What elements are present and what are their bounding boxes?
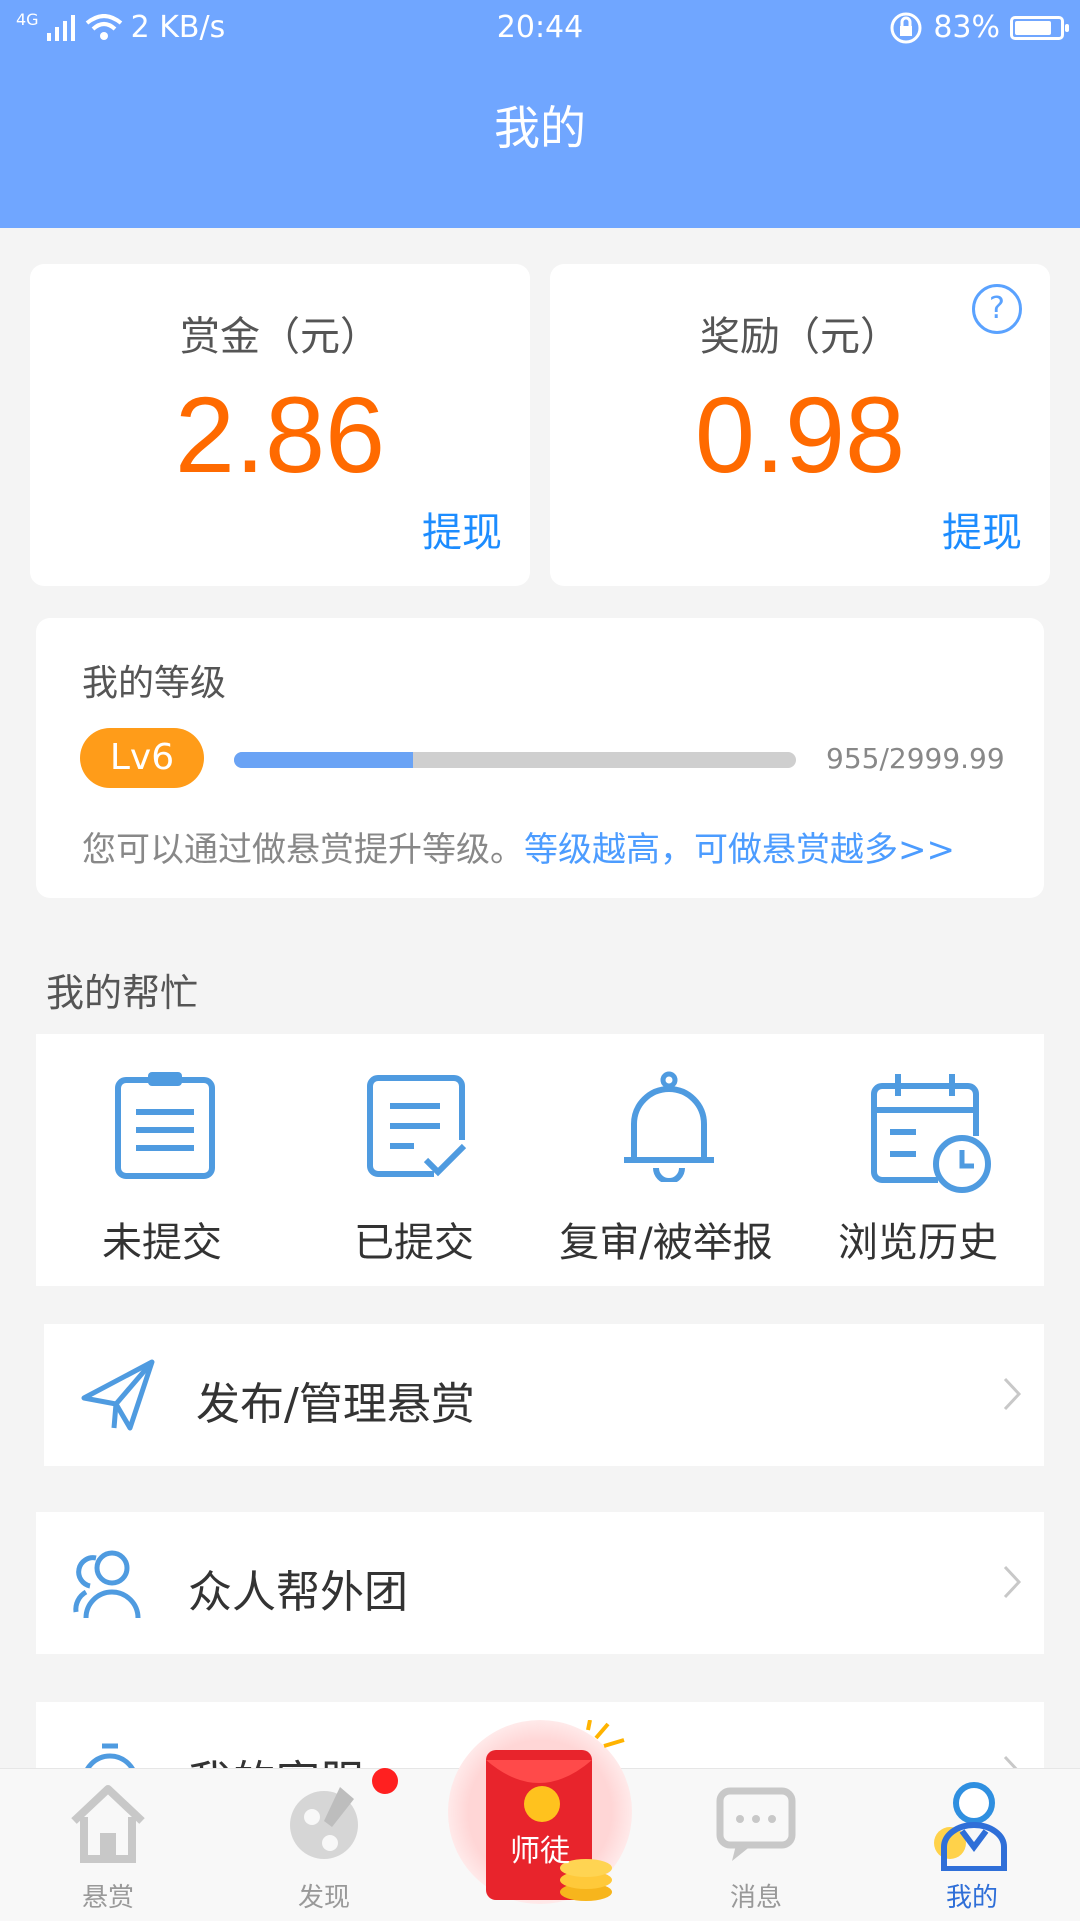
level-card: 我的等级 Lv6 955/2999.99 您可以通过做悬赏提升等级。等级越高，可…	[36, 618, 1044, 898]
home-icon	[71, 1785, 145, 1863]
help-item-unsubmitted[interactable]: 未提交	[36, 1034, 288, 1286]
red-envelope-icon	[486, 1720, 625, 1901]
chat-icon	[716, 1787, 796, 1861]
help-item-history[interactable]: 浏览历史	[792, 1034, 1044, 1286]
level-tip-text: 您可以通过做悬赏提升等级。	[82, 830, 524, 870]
paper-plane-icon	[81, 1359, 155, 1431]
palette-icon	[290, 1787, 358, 1859]
profile-icon	[934, 1782, 1007, 1871]
level-badge: Lv6	[80, 728, 204, 788]
users-icon	[73, 1550, 141, 1619]
chevron-right-icon	[1003, 1755, 1018, 1768]
level-progress-bar	[234, 752, 796, 768]
tab-master-apprentice[interactable]: 师徒	[448, 1720, 632, 1904]
menu-team[interactable]: 众人帮外团	[36, 1512, 1044, 1654]
reward-card: ? 奖励（元） 0.98 提现	[550, 264, 1050, 586]
tab-label: 我的	[945, 1883, 998, 1913]
menu-label: 发布/管理悬赏	[196, 1379, 475, 1430]
reward-withdraw-button[interactable]: 提现	[942, 500, 1022, 558]
bounty-label: 赏金（元）	[180, 314, 380, 360]
master-apprentice-label: 师徒	[510, 1834, 570, 1869]
menu-label: 我的客服	[188, 1746, 364, 1768]
notification-dot	[372, 1768, 398, 1794]
help-grid: 未提交 已提交 复审/被举报 浏览历史	[36, 1034, 1044, 1286]
help-item-label: 复审/被举报	[559, 1220, 773, 1266]
level-progress-fill	[234, 752, 413, 768]
alarm-clock-icon	[85, 1743, 135, 1768]
battery-percent: 83%	[933, 10, 1000, 45]
tab-label: 消息	[729, 1883, 782, 1913]
tab-bounty[interactable]: 悬赏	[28, 1769, 188, 1921]
battery-icon	[1010, 15, 1069, 40]
bounty-card: 赏金（元） 2.86 提现	[30, 264, 530, 586]
level-tip-link[interactable]: 等级越高，可做悬赏越多>>	[524, 830, 955, 870]
help-item-label: 浏览历史	[838, 1220, 998, 1266]
document-check-icon	[367, 1075, 467, 1177]
chevron-right-icon	[1003, 1565, 1022, 1599]
page-title: 我的	[494, 101, 586, 155]
bell-icon	[624, 1071, 714, 1182]
status-bar: 4G 2 KB/s 20:44 83%	[0, 0, 1080, 56]
tab-label: 发现	[297, 1883, 350, 1913]
reward-label: 奖励（元）	[700, 314, 900, 360]
tab-mine[interactable]: 我的	[892, 1769, 1052, 1921]
chevron-right-icon	[1003, 1377, 1022, 1411]
level-title: 我的等级	[82, 663, 227, 704]
help-item-submitted[interactable]: 已提交	[288, 1034, 540, 1286]
tab-message[interactable]: 消息	[676, 1769, 836, 1921]
clipboard-icon	[115, 1072, 215, 1179]
menu-publish[interactable]: 发布/管理悬赏	[44, 1324, 1044, 1466]
help-item-review[interactable]: 复审/被举报	[540, 1034, 792, 1286]
menu-label: 众人帮外团	[188, 1567, 408, 1618]
level-tip: 您可以通过做悬赏提升等级。等级越高，可做悬赏越多>>	[82, 822, 955, 871]
help-item-label: 已提交	[354, 1220, 474, 1266]
calendar-clock-icon	[871, 1074, 991, 1193]
tab-label: 悬赏	[81, 1883, 134, 1913]
reward-amount: 0.98	[694, 374, 906, 495]
help-item-label: 未提交	[102, 1220, 222, 1266]
bounty-withdraw-button[interactable]: 提现	[422, 500, 502, 558]
help-section-title: 我的帮忙	[46, 971, 199, 1015]
level-progress-text: 955/2999.99	[826, 742, 1005, 775]
bounty-amount: 2.86	[174, 374, 386, 495]
rotation-lock-icon	[890, 12, 922, 43]
